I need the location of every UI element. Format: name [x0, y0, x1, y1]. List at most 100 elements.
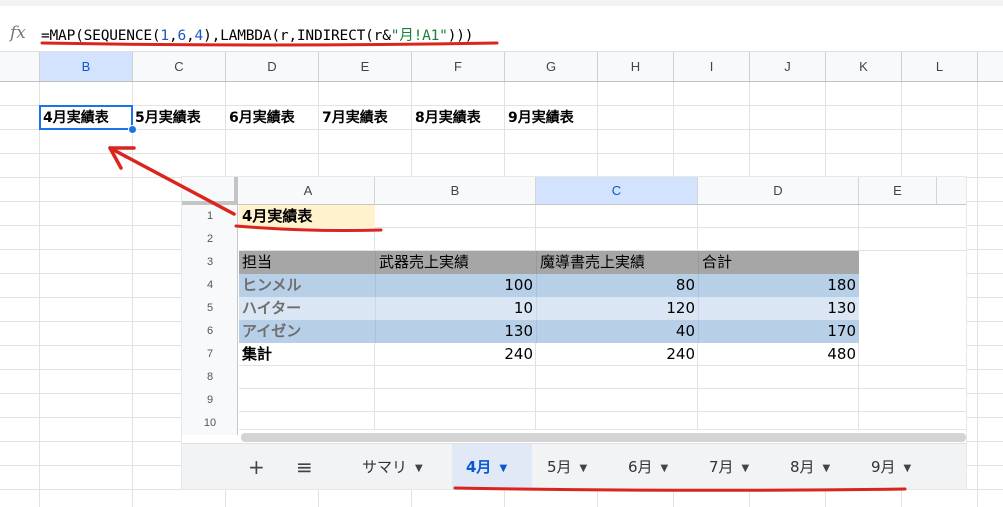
- table-cell[interactable]: 80: [536, 274, 698, 297]
- caret-down-icon: ▼: [903, 463, 912, 474]
- embedded-column-c[interactable]: C: [536, 177, 698, 204]
- sheet-title-cell[interactable]: 4月実績表: [239, 205, 375, 228]
- totals-row: 集計 240 240 480: [239, 343, 966, 366]
- row-number[interactable]: 9: [182, 389, 238, 412]
- column-header-h[interactable]: H: [598, 52, 674, 81]
- top-strip: [0, 0, 1003, 6]
- tab-label: 7月: [709, 458, 734, 476]
- caret-down-icon: ▼: [741, 463, 750, 474]
- row-number[interactable]: 1: [182, 205, 238, 228]
- column-header-i[interactable]: I: [674, 52, 750, 81]
- formula-token: ),LAMBDA(r,INDIRECT(r&: [203, 28, 391, 44]
- table-cell-name[interactable]: ヒンメル: [239, 274, 375, 297]
- tab-label: サマリ: [362, 458, 408, 476]
- tab-label: 5月: [547, 458, 572, 476]
- table-cell[interactable]: 170: [698, 320, 859, 343]
- caret-down-icon: ▼: [822, 463, 831, 474]
- tab-summary[interactable]: サマリ ▼: [352, 444, 433, 489]
- formula-bar[interactable]: fx =MAP(SEQUENCE(1,6,4),LAMBDA(r,INDIREC…: [0, 18, 1003, 52]
- embedded-column-d[interactable]: D: [698, 177, 859, 204]
- result-cell-f[interactable]: 8月実績表: [415, 107, 481, 129]
- scrollbar-thumb[interactable]: [241, 433, 966, 442]
- tab-september[interactable]: 9月 ▼: [861, 444, 921, 489]
- column-header-f[interactable]: F: [412, 52, 505, 81]
- table-header-cell[interactable]: 武器売上実績: [375, 251, 536, 274]
- result-cell-g[interactable]: 9月実績表: [508, 107, 574, 129]
- tab-june[interactable]: 6月 ▼: [618, 444, 678, 489]
- row-number[interactable]: 5: [182, 297, 238, 320]
- table-cell[interactable]: 120: [536, 297, 698, 320]
- tab-august[interactable]: 8月 ▼: [780, 444, 840, 489]
- formula-token: =MAP(SEQUENCE(: [41, 28, 161, 44]
- tab-label: 4月: [466, 458, 492, 476]
- tab-april[interactable]: 4月 ▼: [452, 444, 532, 489]
- table-row: ヒンメル 100 80 180: [239, 274, 966, 297]
- totals-cell[interactable]: 240: [375, 343, 536, 366]
- sheet-tab-bar: + ≡ サマリ ▼ 4月 ▼ 5月 ▼ 6月 ▼ 7月 ▼ 8月 ▼ 9月 ▼: [182, 443, 966, 489]
- formula-token: 4: [194, 28, 204, 44]
- column-header-b[interactable]: B: [40, 52, 133, 81]
- table-cell[interactable]: 100: [375, 274, 536, 297]
- caret-down-icon: ▼: [579, 463, 588, 474]
- column-header-c[interactable]: C: [133, 52, 226, 81]
- formula-token: 6: [177, 28, 187, 44]
- table-header-cell[interactable]: 魔導書売上実績: [536, 251, 698, 274]
- row-number[interactable]: 4: [182, 274, 238, 297]
- table-header-cell[interactable]: 担当: [239, 251, 375, 274]
- row-number[interactable]: 6: [182, 320, 238, 343]
- formula-token: ,: [186, 28, 195, 44]
- totals-cell[interactable]: 240: [536, 343, 698, 366]
- table-row: ハイター 10 120 130: [239, 297, 966, 320]
- embedded-column-e[interactable]: E: [859, 177, 937, 204]
- embedded-column-a[interactable]: A: [242, 177, 375, 204]
- table-cell[interactable]: 10: [375, 297, 536, 320]
- tab-may[interactable]: 5月 ▼: [537, 444, 597, 489]
- table-cell[interactable]: 180: [698, 274, 859, 297]
- fx-icon: fx: [10, 23, 26, 43]
- column-header-e[interactable]: E: [319, 52, 412, 81]
- totals-label[interactable]: 集計: [239, 343, 375, 366]
- select-all-corner[interactable]: [182, 177, 238, 205]
- horizontal-scrollbar[interactable]: [239, 429, 966, 443]
- add-sheet-icon[interactable]: +: [248, 444, 265, 489]
- table-row: アイゼン 130 40 170: [239, 320, 966, 343]
- result-cell-e[interactable]: 7月実績表: [322, 107, 388, 129]
- result-cell-c[interactable]: 5月実績表: [135, 107, 201, 129]
- column-header-bar: B C D E F G H I J K L: [0, 52, 1003, 82]
- embedded-sheet-screenshot: A B C D E 1 2 3 4 5 6 7 8 9 10 4月実績表 担当: [182, 177, 966, 489]
- embedded-column-b[interactable]: B: [375, 177, 536, 204]
- table-header-cell[interactable]: 合計: [698, 251, 859, 274]
- row-number[interactable]: 7: [182, 343, 238, 366]
- row-number[interactable]: 3: [182, 251, 238, 274]
- table-cell[interactable]: 130: [375, 320, 536, 343]
- column-header-partial[interactable]: [0, 52, 40, 81]
- caret-down-icon: ▼: [499, 463, 508, 474]
- formula-token: "月!A1": [390, 28, 448, 44]
- column-header-l[interactable]: L: [902, 52, 978, 81]
- formula-token: ))): [447, 28, 474, 44]
- table-cell-name[interactable]: ハイター: [239, 297, 375, 320]
- column-header-d[interactable]: D: [226, 52, 319, 81]
- table-cell[interactable]: 40: [536, 320, 698, 343]
- formula-token: 1: [160, 28, 169, 44]
- table-cell-name[interactable]: アイゼン: [239, 320, 375, 343]
- row-number[interactable]: 10: [182, 412, 238, 435]
- row-number[interactable]: 8: [182, 366, 238, 389]
- column-header-j[interactable]: J: [750, 52, 826, 81]
- tab-label: 8月: [790, 458, 815, 476]
- embedded-grid[interactable]: 4月実績表 担当 武器売上実績 魔導書売上実績 合計 ヒンメル 100 80 1…: [239, 205, 966, 435]
- caret-down-icon: ▼: [660, 463, 669, 474]
- tab-july[interactable]: 7月 ▼: [699, 444, 759, 489]
- embedded-row-header: 1 2 3 4 5 6 7 8 9 10: [182, 205, 238, 435]
- totals-cell[interactable]: 480: [698, 343, 859, 366]
- formula-text[interactable]: =MAP(SEQUENCE(1,6,4),LAMBDA(r,INDIRECT(r…: [41, 24, 473, 45]
- column-header-k[interactable]: K: [826, 52, 902, 81]
- selection-box: [39, 105, 133, 130]
- result-cell-d[interactable]: 6月実績表: [229, 107, 295, 129]
- row-number[interactable]: 2: [182, 228, 238, 251]
- caret-down-icon: ▼: [415, 463, 423, 474]
- table-cell[interactable]: 130: [698, 297, 859, 320]
- all-sheets-menu-icon[interactable]: ≡: [296, 444, 313, 489]
- column-header-g[interactable]: G: [505, 52, 598, 81]
- fill-handle[interactable]: [128, 125, 137, 134]
